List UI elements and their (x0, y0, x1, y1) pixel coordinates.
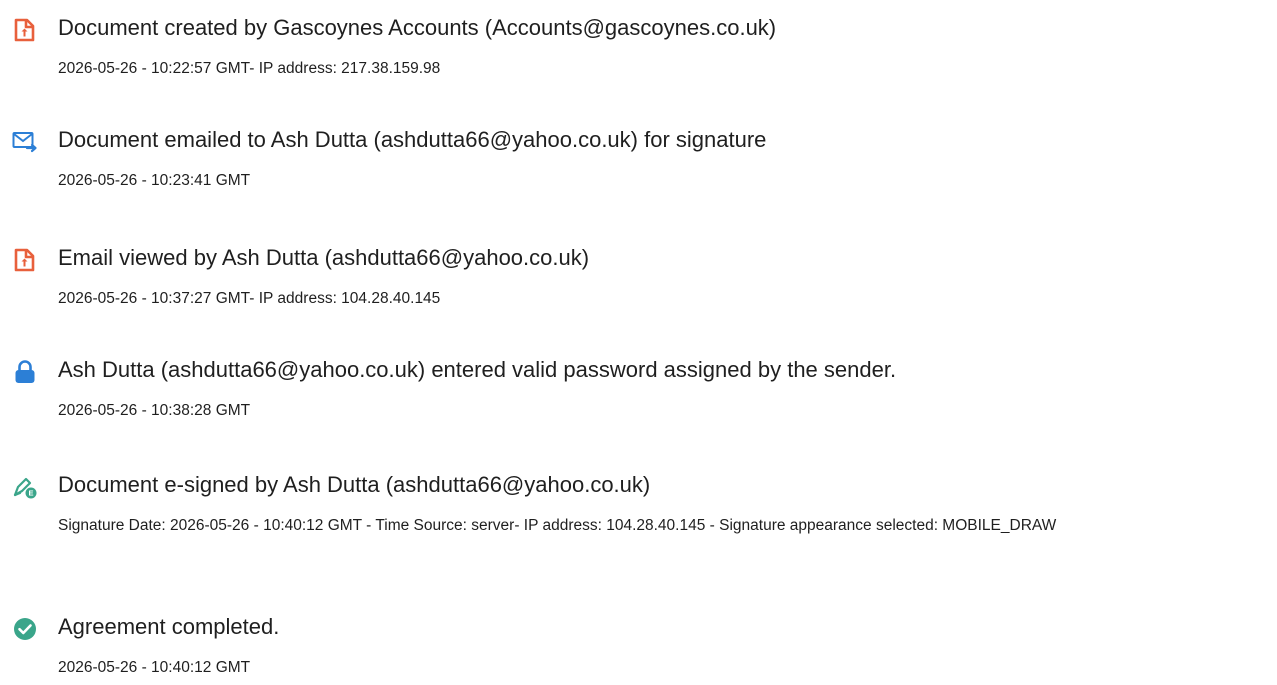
event-title: Document e-signed by Ash Dutta (ashdutta… (58, 472, 651, 497)
event-detail: 2026-05-26 - 10:38:28 GMT (58, 402, 251, 419)
lock-icon (12, 359, 38, 385)
event-title: Email viewed by Ash Dutta (ashdutta66@ya… (58, 245, 590, 270)
event-title: Document emailed to Ash Dutta (ashdutta6… (58, 127, 767, 152)
event-detail: 2026-05-26 - 10:37:27 GMT- IP address: 1… (58, 290, 441, 307)
event-detail: 2026-05-26 - 10:40:12 GMT (58, 659, 251, 676)
event-title: Document created by Gascoynes Accounts (… (58, 15, 777, 40)
event-title: Ash Dutta (ashdutta66@yahoo.co.uk) enter… (58, 357, 897, 382)
check-circle-icon (12, 616, 38, 642)
email-sent-icon (12, 129, 38, 155)
event-title: Agreement completed. (58, 614, 280, 639)
svg-text:E: E (28, 489, 33, 498)
event-detail: Signature Date: 2026-05-26 - 10:40:12 GM… (58, 517, 1057, 534)
document-created-icon (12, 17, 38, 43)
event-detail: 2026-05-26 - 10:22:57 GMT- IP address: 2… (58, 60, 441, 77)
event-detail: 2026-05-26 - 10:23:41 GMT (58, 172, 251, 189)
e-signature-icon: E (12, 474, 38, 500)
document-viewed-icon (12, 247, 38, 273)
